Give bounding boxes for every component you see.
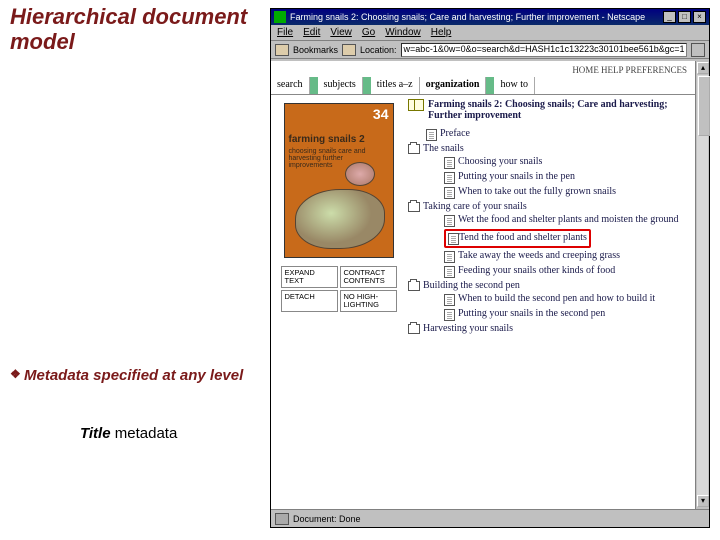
vertical-scrollbar[interactable]: ▴ ▾ bbox=[695, 61, 709, 509]
toc-leaf[interactable]: Putting your snails in the second pen bbox=[408, 307, 691, 322]
close-button[interactable]: × bbox=[693, 11, 706, 23]
page-icon bbox=[444, 251, 455, 263]
location-input[interactable]: w=abc-1&0w=0&o=search&d=HASH1c1c13223c30… bbox=[401, 43, 687, 57]
detach-button[interactable]: DETACH bbox=[281, 290, 338, 312]
menu-bar: File Edit View Go Window Help bbox=[271, 25, 709, 41]
slide-bullet: Metadata specified at any level bbox=[10, 367, 260, 385]
status-icon bbox=[275, 513, 289, 525]
location-bar: Bookmarks Location: w=abc-1&0w=0&o=searc… bbox=[271, 41, 709, 59]
scroll-down-button[interactable]: ▾ bbox=[697, 495, 709, 507]
page-icon bbox=[448, 233, 459, 245]
menu-window[interactable]: Window bbox=[385, 27, 421, 38]
minimize-button[interactable]: _ bbox=[663, 11, 676, 23]
window-title: Farming snails 2: Choosing snails; Care … bbox=[290, 12, 661, 22]
cover-column: 34 farming snails 2 choosing snails care… bbox=[271, 95, 406, 509]
title-metadata-caption: Title metadata bbox=[80, 425, 260, 442]
book-icon bbox=[408, 99, 424, 111]
page-icon bbox=[444, 157, 455, 169]
bookmarks-label[interactable]: Bookmarks bbox=[293, 45, 338, 55]
toc-leaf[interactable]: When to build the second pen and how to … bbox=[408, 292, 691, 307]
page-icon bbox=[444, 294, 455, 306]
tab-howto[interactable]: how to bbox=[494, 77, 535, 94]
toc-leaf[interactable]: When to take out the fully grown snails bbox=[408, 185, 691, 200]
title-em: Title bbox=[80, 425, 111, 442]
location-icon bbox=[342, 44, 356, 56]
cover-illustration-small bbox=[345, 162, 375, 186]
toc-root-title[interactable]: Farming snails 2: Choosing snails; Care … bbox=[428, 99, 691, 121]
top-links[interactable]: HOME HELP PREFERENCES bbox=[271, 61, 695, 77]
folder-icon bbox=[408, 324, 420, 334]
cover-subtitle: choosing snails care and harvesting furt… bbox=[289, 148, 389, 169]
toc-leaf[interactable]: Tend the food and shelter plants bbox=[408, 228, 691, 249]
nav-tabs: search subjects titles a–z organization … bbox=[271, 77, 695, 95]
toc-node[interactable]: Harvesting your snails bbox=[408, 322, 691, 335]
menu-file[interactable]: File bbox=[277, 27, 293, 38]
highlighted-toc-item[interactable]: Tend the food and shelter plants bbox=[444, 229, 591, 248]
title-rest: metadata bbox=[115, 425, 178, 442]
maximize-button[interactable]: □ bbox=[678, 11, 691, 23]
toc-node[interactable]: The snails bbox=[408, 142, 691, 155]
page-content: HOME HELP PREFERENCES search subjects ti… bbox=[271, 61, 695, 509]
folder-icon bbox=[408, 281, 420, 291]
toc-leaf[interactable]: Wet the food and shelter plants and mois… bbox=[408, 213, 691, 228]
tab-search[interactable]: search bbox=[271, 77, 310, 94]
scroll-up-button[interactable]: ▴ bbox=[697, 62, 709, 74]
cover-illustration-large bbox=[295, 189, 385, 249]
expand-text-button[interactable]: EXPAND TEXT bbox=[281, 266, 338, 288]
contract-contents-button[interactable]: CONTRACT CONTENTS bbox=[340, 266, 397, 288]
toc-leaf[interactable]: Putting your snails in the pen bbox=[408, 170, 691, 185]
toc-node[interactable]: Taking care of your snails bbox=[408, 200, 691, 213]
app-icon bbox=[274, 11, 286, 23]
bookmarks-icon[interactable] bbox=[275, 44, 289, 56]
tab-titles[interactable]: titles a–z bbox=[371, 77, 420, 94]
menu-go[interactable]: Go bbox=[362, 27, 375, 38]
menu-help[interactable]: Help bbox=[431, 27, 452, 38]
scroll-thumb[interactable] bbox=[698, 76, 710, 136]
toc-leaf[interactable]: Feeding your snails other kinds of food bbox=[408, 264, 691, 279]
toc-leaf[interactable]: Take away the weeds and creeping grass bbox=[408, 249, 691, 264]
cover-number: 34 bbox=[373, 106, 389, 122]
folder-icon bbox=[408, 144, 420, 154]
page-icon bbox=[426, 129, 437, 141]
toc-leaf[interactable]: Choosing your snails bbox=[408, 155, 691, 170]
slide-heading: Hierarchical document model bbox=[10, 4, 260, 55]
page-icon bbox=[444, 215, 455, 227]
tab-organization[interactable]: organization bbox=[420, 77, 487, 94]
browser-window: Farming snails 2: Choosing snails; Care … bbox=[270, 8, 710, 528]
page-icon bbox=[444, 172, 455, 184]
toc-node[interactable]: Building the second pen bbox=[408, 279, 691, 292]
menu-edit[interactable]: Edit bbox=[303, 27, 320, 38]
book-cover[interactable]: 34 farming snails 2 choosing snails care… bbox=[284, 103, 394, 258]
toc-tree: Farming snails 2: Choosing snails; Care … bbox=[406, 95, 695, 509]
folder-icon bbox=[408, 202, 420, 212]
status-text: Document: Done bbox=[293, 514, 361, 524]
tab-subjects[interactable]: subjects bbox=[318, 77, 363, 94]
page-icon bbox=[444, 309, 455, 321]
toc-leaf[interactable]: Preface bbox=[408, 127, 691, 142]
menu-view[interactable]: View bbox=[330, 27, 352, 38]
view-controls: EXPAND TEXT CONTRACT CONTENTS DETACH NO … bbox=[281, 266, 397, 312]
page-icon bbox=[444, 266, 455, 278]
location-label: Location: bbox=[360, 45, 397, 55]
status-bar: Document: Done bbox=[271, 509, 709, 527]
window-titlebar: Farming snails 2: Choosing snails; Care … bbox=[271, 9, 709, 25]
no-highlight-button[interactable]: NO HIGH-LIGHTING bbox=[340, 290, 397, 312]
cover-title: farming snails 2 bbox=[289, 134, 389, 145]
location-go-button[interactable] bbox=[691, 43, 705, 57]
page-icon bbox=[444, 187, 455, 199]
